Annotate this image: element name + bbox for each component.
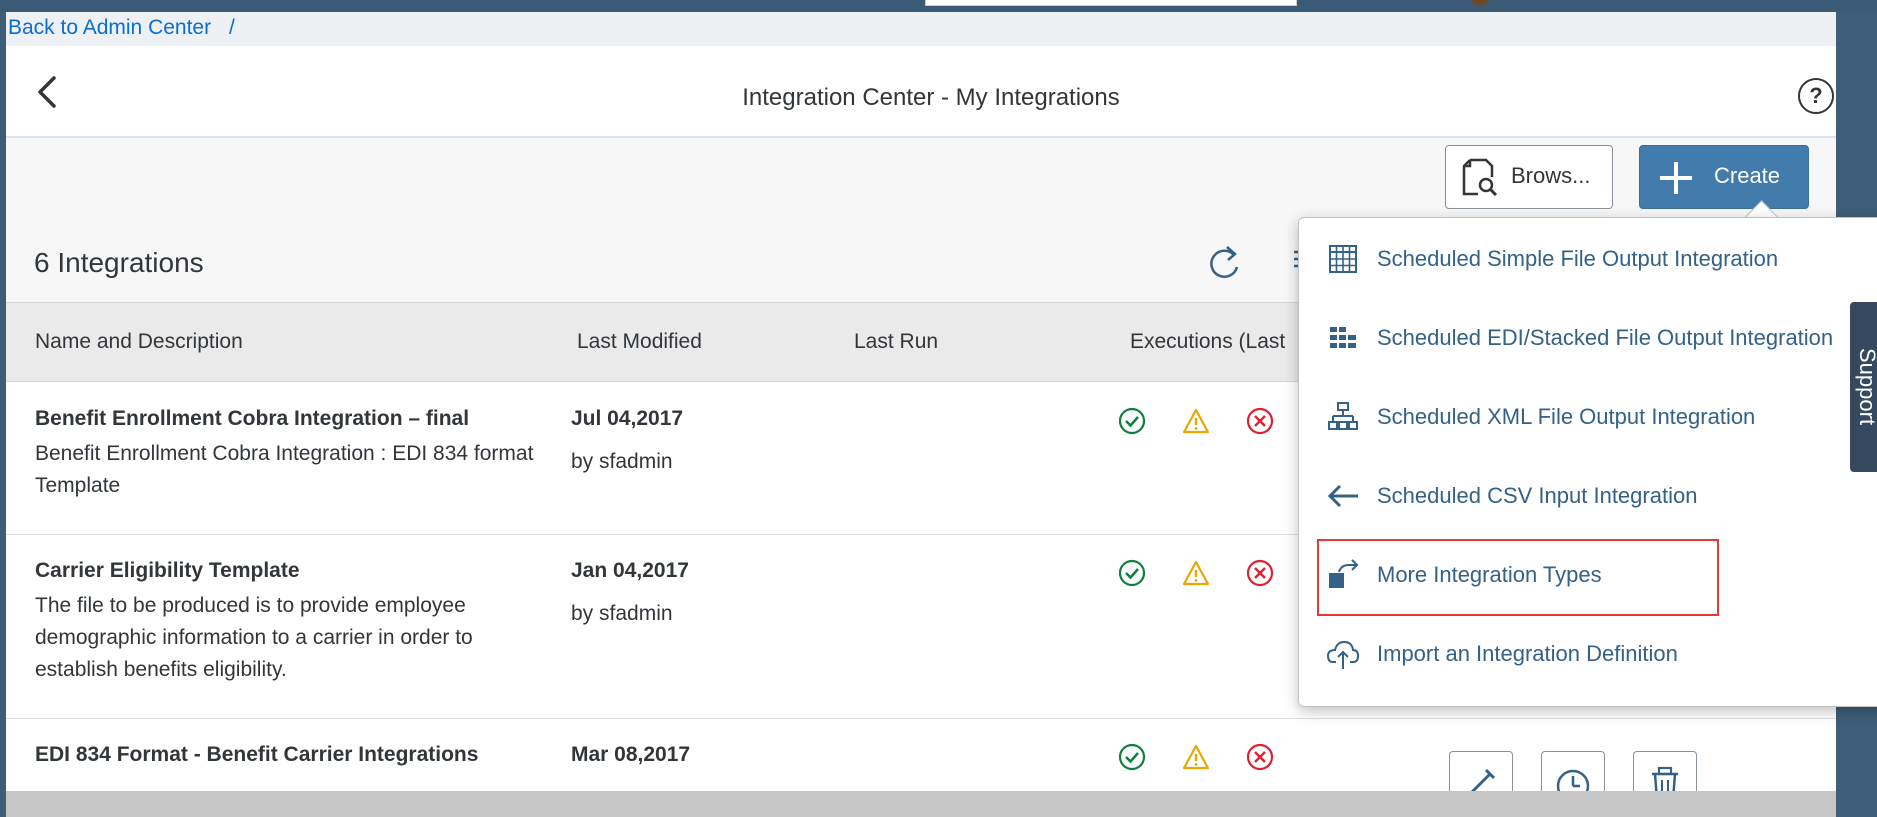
create-menu-popover: Scheduled Simple File Output Integration… xyxy=(1298,217,1877,707)
menu-item-label: Scheduled CSV Input Integration xyxy=(1377,483,1698,508)
error-icon[interactable] xyxy=(1246,559,1274,587)
toolbar: Brows... Create xyxy=(6,138,1836,218)
browse-button-label: Brows... xyxy=(1511,163,1591,188)
support-tab-label: Support xyxy=(1855,348,1877,426)
error-icon[interactable] xyxy=(1246,407,1274,435)
browse-button[interactable]: Brows... xyxy=(1445,145,1613,209)
refresh-icon[interactable] xyxy=(1208,243,1242,281)
modified-date: Mar 08,2017 xyxy=(571,743,691,766)
stacked-grid-icon xyxy=(1330,327,1356,348)
integration-name[interactable]: EDI 834 Format - Benefit Carrier Integra… xyxy=(35,743,478,767)
menu-item-simple-file-output[interactable]: Scheduled Simple File Output Integration xyxy=(1299,218,1877,297)
menu-item-csv-input[interactable]: Scheduled CSV Input Integration xyxy=(1299,455,1877,534)
arrow-left-icon xyxy=(1327,484,1358,508)
page-header: Integration Center - My Integrations ? xyxy=(6,46,1836,138)
help-button[interactable]: ? xyxy=(1798,78,1834,114)
column-header-last-modified[interactable]: Last Modified xyxy=(577,330,702,354)
plus-icon xyxy=(1660,162,1692,194)
menu-item-import-definition[interactable]: Import an Integration Definition xyxy=(1299,613,1877,692)
top-search-field[interactable] xyxy=(925,0,1297,6)
column-header-name[interactable]: Name and Description xyxy=(35,330,243,354)
warning-icon[interactable] xyxy=(1182,743,1210,771)
warning-icon[interactable] xyxy=(1182,559,1210,587)
menu-item-label: Import an Integration Definition xyxy=(1377,641,1678,666)
page-title: Integration Center - My Integrations xyxy=(742,84,1120,111)
highlight-box xyxy=(1317,539,1719,616)
horizontal-scrollbar[interactable] xyxy=(6,791,1836,817)
warning-icon[interactable] xyxy=(1182,407,1210,435)
modified-date: Jul 04,2017 xyxy=(571,407,684,430)
menu-item-label: Scheduled XML File Output Integration xyxy=(1377,404,1756,429)
modified-date: Jan 04,2017 xyxy=(571,559,689,582)
create-button-label: Create xyxy=(1714,163,1781,188)
menu-item-xml-file-output[interactable]: Scheduled XML File Output Integration xyxy=(1299,376,1877,455)
menu-item-label: Scheduled EDI/Stacked File Output Integr… xyxy=(1377,325,1834,350)
cloud-upload-icon xyxy=(1327,640,1359,669)
success-check-icon[interactable] xyxy=(1118,407,1146,435)
menu-item-edi-stacked-output[interactable]: Scheduled EDI/Stacked File Output Integr… xyxy=(1299,297,1877,376)
integration-description: Benefit Enrollment Cobra Integration : E… xyxy=(35,442,534,497)
success-check-icon[interactable] xyxy=(1118,559,1146,587)
modified-by: by sfadmin xyxy=(571,450,673,473)
list-toolbar: 6 Integrations xyxy=(6,217,1308,302)
column-header-executions[interactable]: Executions (Last xyxy=(1130,330,1285,354)
error-icon[interactable] xyxy=(1246,743,1274,771)
modified-by: by sfadmin xyxy=(571,602,673,625)
breadcrumb-separator: / xyxy=(229,16,235,39)
create-button[interactable]: Create xyxy=(1639,145,1809,209)
integrations-count: 6 Integrations xyxy=(34,247,204,278)
hierarchy-icon xyxy=(1328,402,1358,430)
support-tab[interactable]: Support xyxy=(1850,302,1877,472)
back-to-admin-center-link[interactable]: Back to Admin Center xyxy=(8,16,211,40)
success-check-icon[interactable] xyxy=(1118,743,1146,771)
integration-name[interactable]: Carrier Eligibility Template xyxy=(35,559,300,583)
breadcrumb: Back to Admin Center / xyxy=(6,12,1836,46)
integration-description: The file to be produced is to provide em… xyxy=(35,594,473,681)
integration-name[interactable]: Benefit Enrollment Cobra Integration – f… xyxy=(35,407,469,431)
column-header-last-run[interactable]: Last Run xyxy=(854,330,938,354)
browse-document-icon xyxy=(1462,158,1498,197)
menu-item-label: Scheduled Simple File Output Integration xyxy=(1377,246,1779,271)
grid-table-icon xyxy=(1329,245,1357,273)
